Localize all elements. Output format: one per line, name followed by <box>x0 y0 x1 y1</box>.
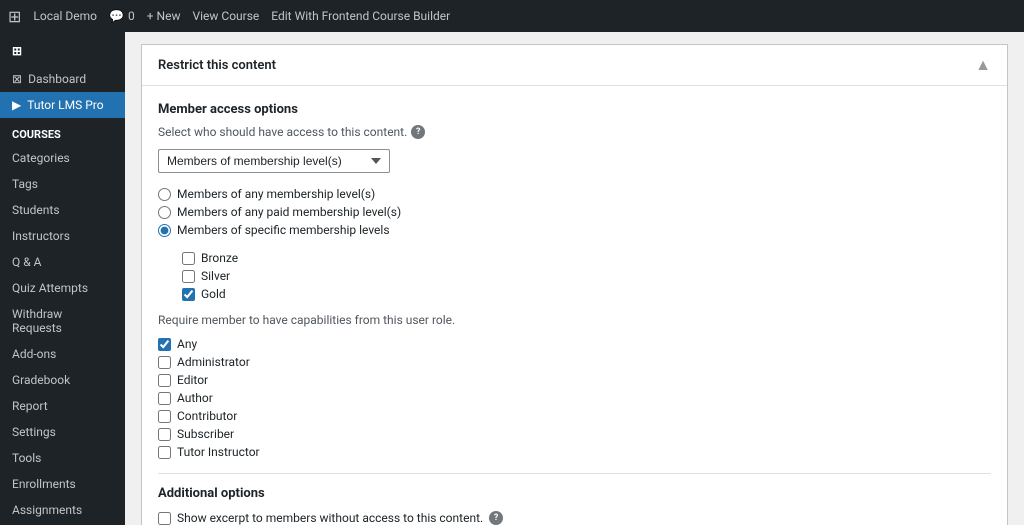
sidebar: ⊞ ⊠ Dashboard ▶ Tutor LMS Pro Courses Ca… <box>0 32 125 525</box>
wp-logo-icon: ⊞ <box>12 44 22 58</box>
checkbox-any[interactable]: Any <box>158 335 991 353</box>
new-link[interactable]: + New <box>147 9 181 23</box>
sidebar-item-withdraw-requests[interactable]: Withdraw Requests <box>0 301 125 341</box>
select-help-text: Select who should have access to this co… <box>158 125 991 139</box>
sidebar-item-instructors[interactable]: Instructors <box>0 223 125 249</box>
excerpt-label: Show excerpt to members without access t… <box>177 511 483 525</box>
admin-bar: ⊞ Local Demo 💬 0 + New View Course Edit … <box>0 0 1024 32</box>
panel-title: Restrict this content <box>158 58 276 73</box>
checkbox-subscriber[interactable]: Subscriber <box>158 425 991 443</box>
comment-icon: 💬 <box>109 9 124 23</box>
sidebar-item-gradebook[interactable]: Gradebook <box>0 367 125 393</box>
dashboard-label: Dashboard <box>28 72 86 86</box>
sidebar-item-settings[interactable]: Settings <box>0 419 125 445</box>
dashboard-icon: ⊠ <box>12 72 22 86</box>
wp-logo: ⊞ <box>0 36 125 66</box>
sidebar-item-addons[interactable]: Add-ons <box>0 341 125 367</box>
panel-body: Member access options Select who should … <box>142 86 1007 525</box>
site-name[interactable]: Local Demo <box>33 9 97 23</box>
select-help-icon[interactable]: ? <box>411 125 425 139</box>
sidebar-item-dashboard[interactable]: ⊠ Dashboard <box>0 66 125 92</box>
member-access-title: Member access options <box>158 102 991 117</box>
sidebar-item-tags[interactable]: Tags <box>0 171 125 197</box>
sidebar-item-quiz-attempts[interactable]: Quiz Attempts <box>0 275 125 301</box>
view-course-link[interactable]: View Course <box>192 9 259 23</box>
checkbox-bronze[interactable]: Bronze <box>182 249 991 267</box>
courses-section-header: Courses <box>0 118 125 145</box>
panel-header: Restrict this content ▲ <box>142 45 1007 86</box>
sidebar-item-enrollments[interactable]: Enrollments <box>0 471 125 497</box>
comments-link[interactable]: 💬 0 <box>109 9 135 23</box>
membership-levels-group: Bronze Silver Gold <box>182 249 991 303</box>
wp-icon: ⊞ <box>8 7 21 26</box>
edit-builder-link[interactable]: Edit With Frontend Course Builder <box>271 9 450 23</box>
sidebar-item-tutor[interactable]: ▶ Tutor LMS Pro <box>0 92 125 118</box>
checkbox-silver[interactable]: Silver <box>182 267 991 285</box>
excerpt-checkbox[interactable] <box>158 512 171 525</box>
content-area: Restrict this content ▲ Member access op… <box>125 32 1024 525</box>
tutor-label: Tutor LMS Pro <box>27 98 103 112</box>
restrict-content-panel: Restrict this content ▲ Member access op… <box>141 44 1008 525</box>
radio-specific-membership[interactable]: Members of specific membership levels <box>158 221 991 239</box>
sidebar-item-qa[interactable]: Q & A <box>0 249 125 275</box>
tutor-icon: ▶ <box>12 98 21 112</box>
panel-collapse-button[interactable]: ▲ <box>975 55 991 75</box>
sidebar-item-students[interactable]: Students <box>0 197 125 223</box>
radio-paid-membership[interactable]: Members of any paid membership level(s) <box>158 203 991 221</box>
divider <box>158 473 991 474</box>
checkbox-contributor[interactable]: Contributor <box>158 407 991 425</box>
sidebar-item-categories[interactable]: Categories <box>0 145 125 171</box>
excerpt-row: Show excerpt to members without access t… <box>158 511 991 525</box>
checkbox-administrator[interactable]: Administrator <box>158 353 991 371</box>
membership-dropdown-wrapper: Members of membership level(s) Members o… <box>158 149 991 173</box>
sidebar-item-tools[interactable]: Tools <box>0 445 125 471</box>
sidebar-item-report[interactable]: Report <box>0 393 125 419</box>
sidebar-item-assignments[interactable]: Assignments <box>0 497 125 523</box>
checkbox-author[interactable]: Author <box>158 389 991 407</box>
checkbox-gold[interactable]: Gold <box>182 285 991 303</box>
excerpt-help-icon[interactable]: ? <box>489 511 503 525</box>
membership-radio-group: Members of any membership level(s) Membe… <box>158 185 991 239</box>
checkbox-tutor-instructor[interactable]: Tutor Instructor <box>158 443 991 461</box>
user-roles-group: Any Administrator Editor Author <box>158 335 991 461</box>
radio-any-membership[interactable]: Members of any membership level(s) <box>158 185 991 203</box>
checkbox-editor[interactable]: Editor <box>158 371 991 389</box>
membership-dropdown[interactable]: Members of membership level(s) Members o… <box>158 149 390 173</box>
additional-options-title: Additional options <box>158 486 991 501</box>
capabilities-label: Require member to have capabilities from… <box>158 313 991 327</box>
